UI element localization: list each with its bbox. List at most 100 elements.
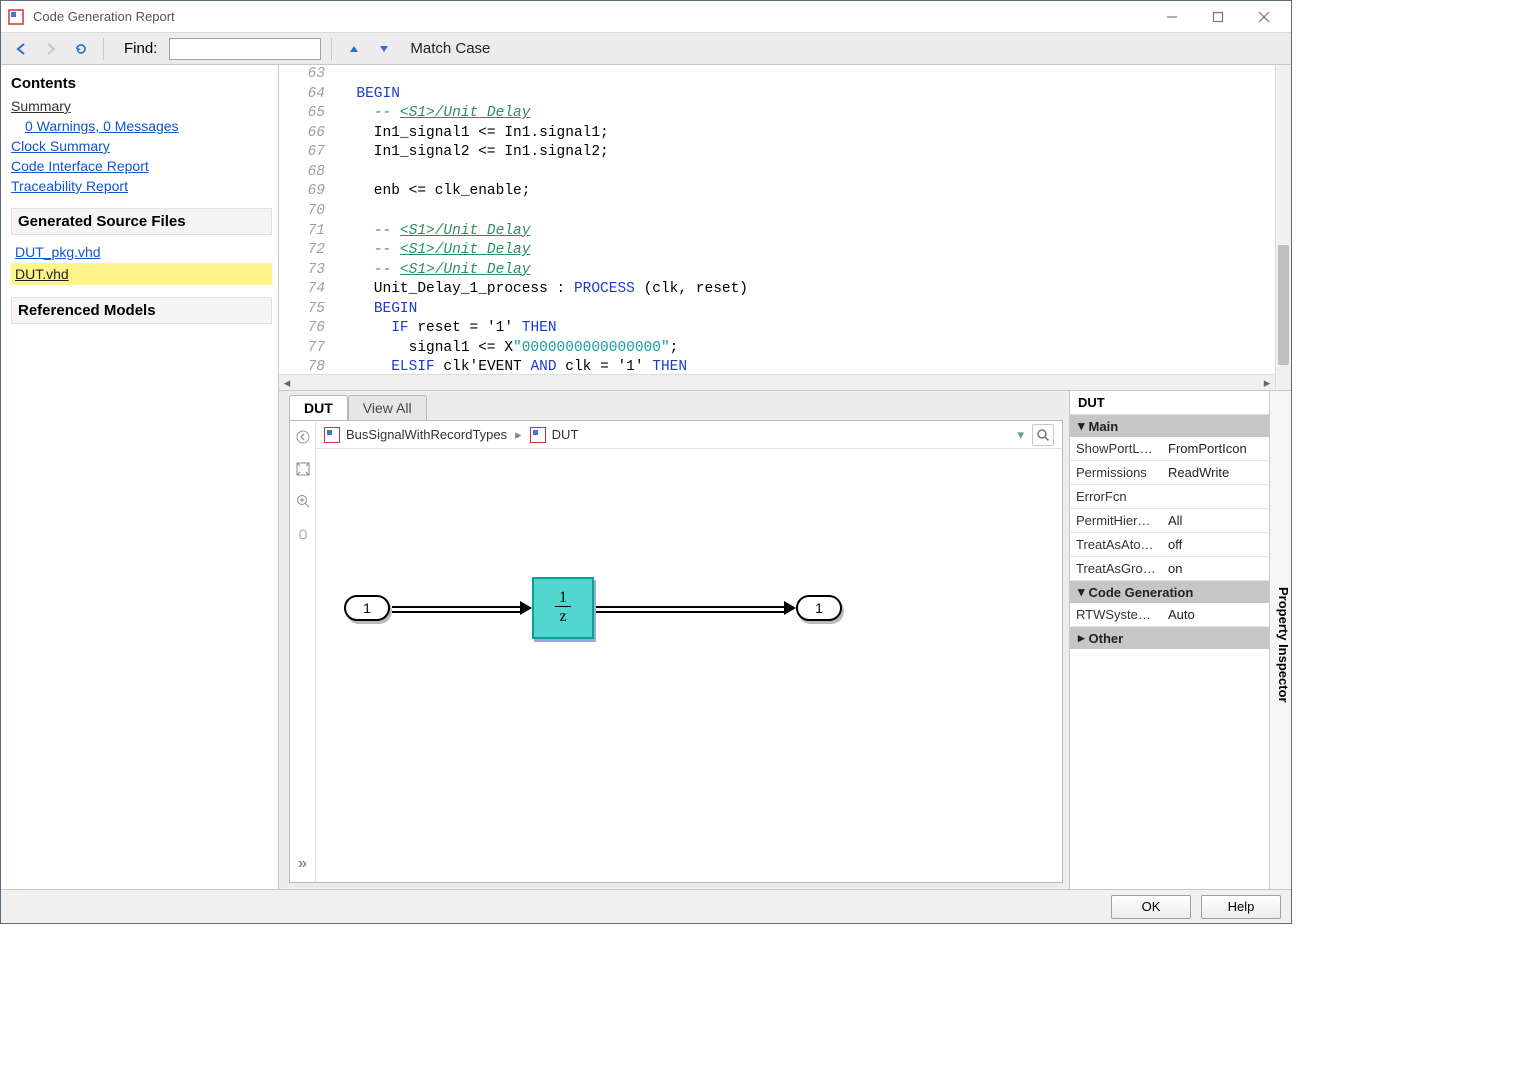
generated-files-title: Generated Source Files (11, 208, 272, 235)
canvas-breadcrumb: BusSignalWithRecordTypes ▸ DUT ▾ (316, 421, 1062, 449)
scroll-left-icon[interactable]: ◂ (279, 375, 295, 391)
referenced-models-section: Referenced Models (11, 297, 272, 324)
code-line[interactable]: 73 -- <S1>/Unit Delay (279, 261, 1275, 281)
code-line[interactable]: 65 -- <S1>/Unit Delay (279, 104, 1275, 124)
scroll-thumb[interactable] (1278, 245, 1289, 365)
code-hscrollbar[interactable]: ◂ ▸ (279, 374, 1275, 390)
link-traceability-report[interactable]: Traceability Report (11, 176, 272, 196)
code-line[interactable]: 74 Unit_Delay_1_process : PROCESS (clk, … (279, 280, 1275, 300)
link-clock-summary[interactable]: Clock Summary (11, 136, 272, 156)
code-text: In1_signal2 <= In1.signal2; (339, 143, 609, 163)
ok-button[interactable]: OK (1111, 895, 1191, 919)
file-link[interactable]: DUT_pkg.vhd (11, 241, 272, 263)
canvas-toolbar: » (290, 421, 316, 882)
toolbar: Find: Match Case (1, 33, 1291, 65)
maximize-button[interactable] (1195, 2, 1241, 32)
line-number: 63 (279, 65, 339, 85)
code-line[interactable]: 68 (279, 163, 1275, 183)
refresh-button[interactable] (69, 37, 93, 61)
link-warnings-messages[interactable]: 0 Warnings, 0 Messages (11, 116, 272, 136)
find-next-button[interactable] (372, 37, 396, 61)
canvas-search-button[interactable] (1032, 424, 1054, 446)
code-text: enb <= clk_enable; (339, 182, 530, 202)
code-line[interactable]: 66 In1_signal1 <= In1.signal1; (279, 124, 1275, 144)
model-icon (530, 427, 546, 443)
minimize-button[interactable] (1149, 2, 1195, 32)
property-name: TreatAsGrou… (1070, 557, 1162, 580)
property-value[interactable] (1162, 485, 1269, 508)
code-text: ELSIF clk'EVENT AND clk = '1' THEN (339, 358, 687, 374)
code-text: BEGIN (339, 85, 400, 105)
property-row[interactable]: RTWSystem…Auto (1070, 603, 1269, 627)
property-value[interactable]: off (1162, 533, 1269, 556)
line-number: 67 (279, 143, 339, 163)
breadcrumb-dropdown-icon[interactable]: ▾ (1017, 427, 1024, 443)
outport-block[interactable]: 1 (796, 595, 842, 621)
line-number: 75 (279, 300, 339, 320)
code-line[interactable]: 76 IF reset = '1' THEN (279, 319, 1275, 339)
diagram-canvas[interactable]: 1 1z 1 (316, 449, 1062, 882)
line-number: 66 (279, 124, 339, 144)
nav-forward-button[interactable] (39, 37, 63, 61)
zoom-in-icon[interactable] (293, 491, 313, 511)
fit-to-view-icon[interactable] (293, 459, 313, 479)
close-button[interactable] (1241, 2, 1287, 32)
window-controls (1149, 2, 1287, 32)
code-line[interactable]: 77 signal1 <= X"0000000000000000"; (279, 339, 1275, 359)
property-row[interactable]: ErrorFcn (1070, 485, 1269, 509)
inspector-section-header[interactable]: ▾ Code Generation (1070, 581, 1269, 603)
code-text: signal1 <= X"0000000000000000"; (339, 339, 678, 359)
inport-block[interactable]: 1 (344, 595, 390, 621)
chevron-right-icon: ▸ (515, 427, 522, 443)
code-text: -- <S1>/Unit Delay (339, 222, 530, 242)
model-tab[interactable]: DUT (289, 395, 348, 420)
inspector-section-header[interactable]: ▾ Main (1070, 415, 1269, 437)
code-line[interactable]: 63 (279, 65, 1275, 85)
help-button[interactable]: Help (1201, 895, 1281, 919)
code-line[interactable]: 72 -- <S1>/Unit Delay (279, 241, 1275, 261)
window-title: Code Generation Report (33, 9, 175, 24)
property-name: Permissions (1070, 461, 1162, 484)
property-row[interactable]: PermitHierar…All (1070, 509, 1269, 533)
breadcrumb-root[interactable]: BusSignalWithRecordTypes (324, 427, 507, 443)
expand-icon[interactable]: » (293, 854, 313, 874)
find-input[interactable] (169, 38, 321, 60)
code-line[interactable]: 78 ELSIF clk'EVENT AND clk = '1' THEN (279, 358, 1275, 374)
property-inspector-tab[interactable]: Property Inspector (1269, 391, 1291, 889)
breadcrumb-leaf[interactable]: DUT (530, 427, 579, 443)
model-tab[interactable]: View All (348, 395, 427, 420)
link-summary[interactable]: Summary (11, 96, 272, 116)
file-link[interactable]: DUT.vhd (11, 263, 272, 285)
code-text: BEGIN (339, 300, 417, 320)
pan-icon[interactable] (293, 523, 313, 543)
match-case-label[interactable]: Match Case (410, 40, 490, 57)
property-value[interactable]: Auto (1162, 603, 1269, 626)
property-row[interactable]: ShowPortLa…FromPortIcon (1070, 437, 1269, 461)
code-line[interactable]: 69 enb <= clk_enable; (279, 182, 1275, 202)
code-view[interactable]: 6364 BEGIN65 -- <S1>/Unit Delay66 In1_si… (279, 65, 1275, 374)
code-line[interactable]: 71 -- <S1>/Unit Delay (279, 222, 1275, 242)
inspector-section-header[interactable]: ▸ Other (1070, 627, 1269, 649)
property-value[interactable]: ReadWrite (1162, 461, 1269, 484)
code-line[interactable]: 70 (279, 202, 1275, 222)
signal-line (392, 606, 524, 608)
scroll-right-icon[interactable]: ▸ (1259, 375, 1275, 391)
line-number: 65 (279, 104, 339, 124)
property-value[interactable]: on (1162, 557, 1269, 580)
property-row[interactable]: PermissionsReadWrite (1070, 461, 1269, 485)
line-number: 68 (279, 163, 339, 183)
code-line[interactable]: 75 BEGIN (279, 300, 1275, 320)
code-vscrollbar[interactable] (1275, 65, 1291, 390)
unit-delay-block[interactable]: 1z (532, 577, 594, 639)
link-code-interface-report[interactable]: Code Interface Report (11, 156, 272, 176)
property-row[interactable]: TreatAsGrou…on (1070, 557, 1269, 581)
generated-files-section: Generated Source Files DUT_pkg.vhdDUT.vh… (11, 208, 272, 285)
find-prev-button[interactable] (342, 37, 366, 61)
nav-back-button[interactable] (9, 37, 33, 61)
property-row[interactable]: TreatAsAto…off (1070, 533, 1269, 557)
code-line[interactable]: 67 In1_signal2 <= In1.signal2; (279, 143, 1275, 163)
property-value[interactable]: All (1162, 509, 1269, 532)
property-value[interactable]: FromPortIcon (1162, 437, 1269, 460)
code-line[interactable]: 64 BEGIN (279, 85, 1275, 105)
nav-back-icon[interactable] (293, 427, 313, 447)
